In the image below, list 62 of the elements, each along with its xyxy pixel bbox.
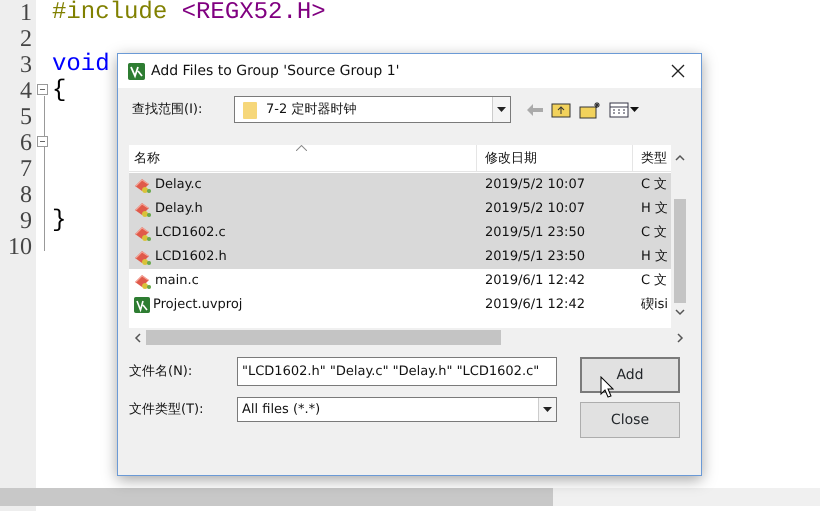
app-icon bbox=[128, 62, 145, 80]
file-row[interactable]: main.c 2019/6/1 12:42 C 文 bbox=[129, 269, 671, 293]
dropdown-arrow-icon[interactable] bbox=[543, 407, 552, 412]
add-button[interactable]: Add bbox=[580, 357, 680, 393]
file-name: Delay.c bbox=[155, 176, 202, 194]
close-button[interactable]: Close bbox=[580, 402, 680, 438]
brace: { bbox=[52, 77, 66, 104]
source-file-icon bbox=[134, 200, 152, 218]
file-date: 2019/5/2 10:07 bbox=[485, 201, 585, 216]
window-title: Add Files to Group 'Source Group 1' bbox=[151, 62, 400, 80]
file-type: C 文 bbox=[641, 225, 668, 240]
file-type: 碶isi bbox=[641, 297, 668, 312]
file-type: H 文 bbox=[641, 201, 668, 216]
file-date: 2019/6/1 12:42 bbox=[485, 273, 585, 288]
file-date: 2019/6/1 12:42 bbox=[485, 297, 585, 312]
file-type: C 文 bbox=[641, 273, 668, 288]
file-row[interactable]: Project.uvproj 2019/6/1 12:42 碶isi bbox=[129, 293, 671, 317]
file-row[interactable]: Delay.h 2019/5/2 10:07 H 文 bbox=[129, 197, 671, 221]
code-keyword: #include bbox=[52, 0, 168, 26]
look-in-dropdown[interactable]: 7-2 定时器时钟 bbox=[234, 96, 511, 123]
view-menu-icon[interactable] bbox=[609, 102, 639, 118]
file-name: main.c bbox=[155, 272, 199, 290]
dropdown-arrow-icon[interactable] bbox=[497, 107, 506, 112]
file-name-label: 文件名(N): bbox=[129, 362, 194, 381]
file-name: Project.uvproj bbox=[153, 296, 242, 314]
code-text: <REGX52.H> bbox=[180, 0, 326, 26]
file-type: H 文 bbox=[641, 249, 668, 264]
code-keyword: void bbox=[52, 51, 110, 78]
file-name: LCD1602.h bbox=[155, 248, 227, 266]
file-type-label: 文件类型(T): bbox=[129, 400, 204, 419]
look-in-label: 查找范围(I): bbox=[132, 100, 204, 119]
up-folder-icon[interactable] bbox=[551, 101, 571, 118]
fold-toggle-icon[interactable] bbox=[37, 136, 48, 147]
scroll-down-icon[interactable] bbox=[675, 309, 685, 316]
file-name: LCD1602.c bbox=[155, 224, 226, 242]
source-file-icon bbox=[134, 248, 152, 266]
project-file-icon bbox=[134, 297, 150, 313]
source-file-icon bbox=[134, 176, 152, 194]
file-type-dropdown[interactable]: All files (*.*) bbox=[237, 397, 557, 422]
mouse-cursor-icon bbox=[600, 376, 614, 398]
new-folder-icon[interactable] bbox=[579, 100, 601, 118]
file-row[interactable]: LCD1602.c 2019/5/1 23:50 C 文 bbox=[129, 221, 671, 245]
source-file-icon bbox=[134, 272, 152, 290]
file-date: 2019/5/1 23:50 bbox=[485, 249, 585, 264]
column-header[interactable]: 名称 bbox=[134, 150, 160, 166]
brace: } bbox=[52, 207, 66, 234]
file-type: C 文 bbox=[641, 177, 668, 192]
file-date: 2019/5/2 10:07 bbox=[485, 177, 585, 192]
file-row[interactable]: Delay.c 2019/5/2 10:07 C 文 bbox=[129, 173, 671, 197]
column-header[interactable]: 修改日期 bbox=[485, 150, 537, 166]
scroll-left-icon[interactable] bbox=[134, 332, 141, 342]
source-file-icon bbox=[134, 224, 152, 242]
horizontal-scrollbar[interactable] bbox=[0, 488, 820, 506]
column-header[interactable]: 类型 bbox=[641, 150, 667, 166]
scroll-up-icon[interactable] bbox=[675, 154, 685, 161]
file-date: 2019/5/1 23:50 bbox=[485, 225, 585, 240]
scroll-right-icon[interactable] bbox=[677, 332, 684, 342]
file-row[interactable]: LCD1602.h 2019/5/1 23:50 H 文 bbox=[129, 245, 671, 269]
file-name-field[interactable]: "LCD1602.h" "Delay.c" "Delay.h" "LCD1602.c" bbox=[237, 357, 557, 386]
fold-toggle-icon[interactable] bbox=[37, 84, 48, 95]
folder-icon bbox=[242, 100, 258, 120]
file-name: Delay.h bbox=[155, 200, 203, 218]
